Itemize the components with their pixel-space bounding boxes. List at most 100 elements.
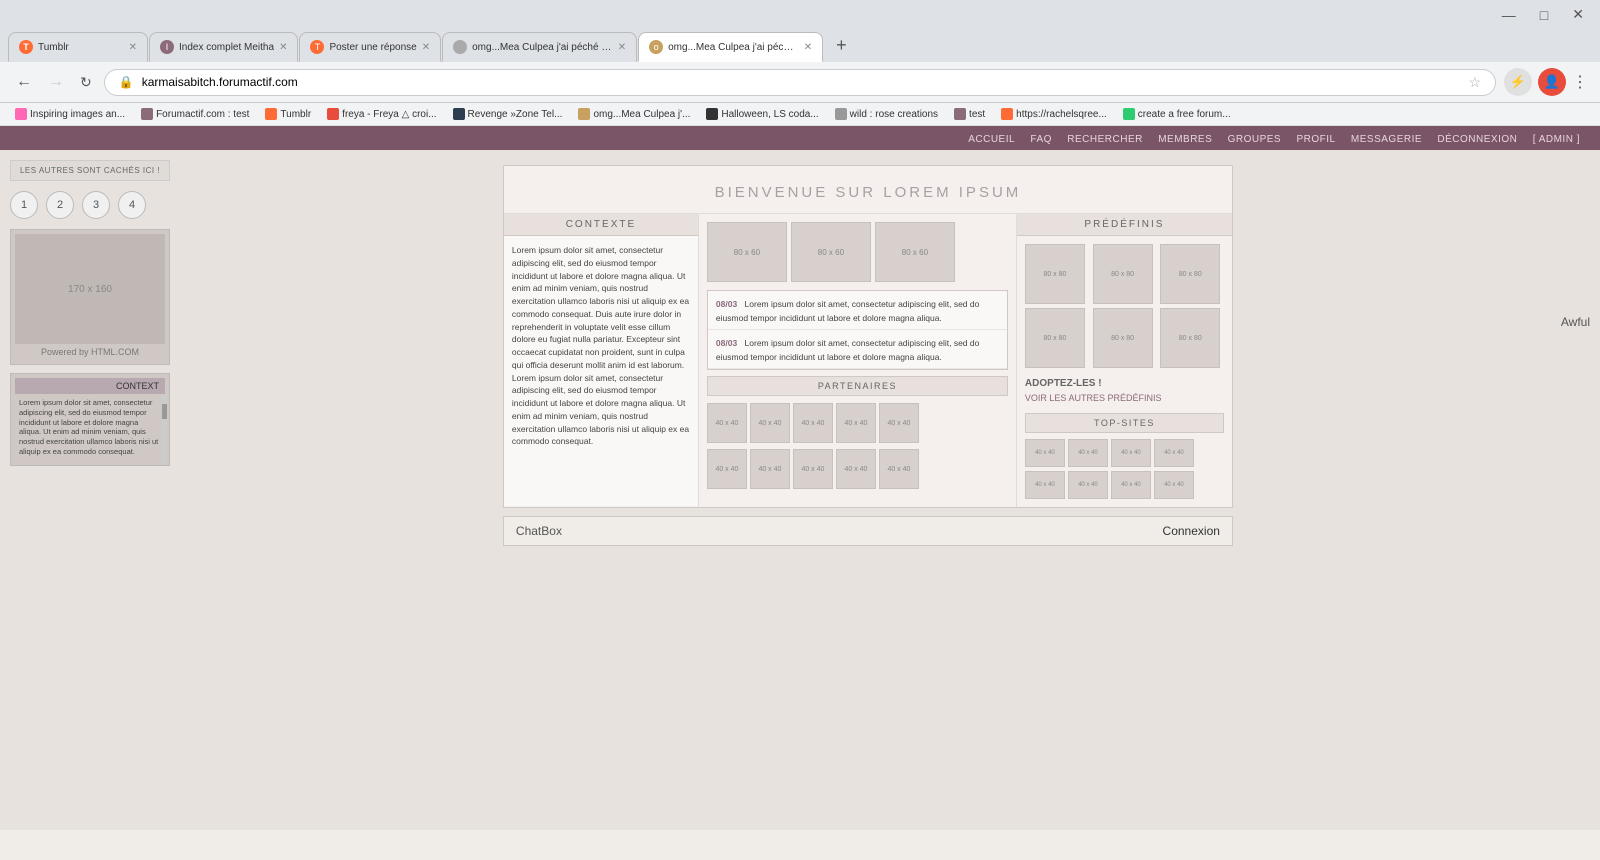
images-row: 80 x 60 80 x 60 80 x 60 <box>699 214 1016 290</box>
bookmark-wild-label: wild : rose creations <box>850 109 938 120</box>
new-tab-button[interactable]: + <box>824 29 859 62</box>
tab-omg1[interactable]: omg...Mea Culpea j'ai péché ! - B... ✕ <box>442 32 637 62</box>
chatbox-label: ChatBox <box>516 524 1163 538</box>
forward-button[interactable]: → <box>44 69 68 95</box>
bookmark-tumblr[interactable]: Tumblr <box>258 106 318 122</box>
tab-tumblr[interactable]: T Tumblr ✕ <box>8 32 148 62</box>
nav-deconnexion[interactable]: DÉCONNEXION <box>1437 134 1517 145</box>
minimize-button[interactable]: — <box>1494 5 1524 25</box>
bookmark-rachels-label: https://rachelsqree... <box>1016 109 1107 120</box>
page-num-4[interactable]: 4 <box>118 191 146 219</box>
predefinis-grid: 80 x 80 80 x 80 80 x 80 80 x 80 80 x 80 … <box>1017 236 1232 376</box>
bookmark-forumactif[interactable]: Forumactif.com : test <box>134 106 256 122</box>
partner-5[interactable]: 40 x 40 <box>879 403 919 443</box>
context-column: CONTEXTE Lorem ipsum dolor sit amet, con… <box>504 214 699 507</box>
thumb-small-header: CONTEXT <box>15 378 165 394</box>
predef-2[interactable]: 80 x 80 <box>1093 244 1153 304</box>
predef-4[interactable]: 80 x 80 <box>1025 308 1085 368</box>
bookmark-star-icon[interactable]: ☆ <box>1468 74 1481 91</box>
back-button[interactable]: ← <box>12 69 36 95</box>
close-button[interactable]: ✕ <box>1564 4 1592 25</box>
bookmark-revenge[interactable]: Revenge »Zone Tel... <box>446 106 570 122</box>
bookmark-wild[interactable]: wild : rose creations <box>828 106 945 122</box>
partner-10[interactable]: 40 x 40 <box>879 449 919 489</box>
main-area: LES AUTRES SONT CACHÉS ICI ! 1 2 3 4 170… <box>0 150 1600 830</box>
awful-label: Awful <box>1561 315 1590 329</box>
forum-title: BIENVENUE SUR LOREM IPSUM <box>504 166 1232 213</box>
bookmark-tumblr-label: Tumblr <box>280 109 311 120</box>
top-site-1[interactable]: 40 x 40 <box>1025 439 1065 467</box>
bookmark-freya[interactable]: freya - Freya △ croi... <box>320 106 443 122</box>
top-site-4[interactable]: 40 x 40 <box>1154 439 1194 467</box>
tab-close-poster-icon[interactable]: ✕ <box>422 42 430 53</box>
tab-label-omg1: omg...Mea Culpea j'ai péché ! - B... <box>472 42 613 53</box>
tab-close-omg2-icon[interactable]: ✕ <box>804 42 812 53</box>
partner-8[interactable]: 40 x 40 <box>793 449 833 489</box>
partner-2[interactable]: 40 x 40 <box>750 403 790 443</box>
predef-3[interactable]: 80 x 80 <box>1160 244 1220 304</box>
tab-favicon: T <box>19 40 33 54</box>
bookmark-test[interactable]: test <box>947 106 992 122</box>
bookmark-rachels[interactable]: https://rachelsqree... <box>994 106 1114 122</box>
page-numbers: 1 2 3 4 <box>10 191 170 219</box>
top-site-7[interactable]: 40 x 40 <box>1111 471 1151 499</box>
thumb-powered-label: Powered by HTML.COM <box>15 344 165 360</box>
tab-poster[interactable]: T Poster une réponse ✕ <box>299 32 441 62</box>
top-site-5[interactable]: 40 x 40 <box>1025 471 1065 499</box>
chatbox-connexion[interactable]: Connexion <box>1163 524 1220 538</box>
predef-1[interactable]: 80 x 80 <box>1025 244 1085 304</box>
nav-rechercher[interactable]: RECHERCHER <box>1067 134 1143 145</box>
partner-1[interactable]: 40 x 40 <box>707 403 747 443</box>
nav-accueil[interactable]: ACCUEIL <box>968 134 1015 145</box>
bookmark-create[interactable]: create a free forum... <box>1116 106 1238 122</box>
nav-profil[interactable]: PROFIL <box>1296 134 1335 145</box>
profile-icon[interactable]: 👤 <box>1538 68 1566 96</box>
menu-icon[interactable]: ⋮ <box>1572 72 1588 92</box>
tab-index-meitha[interactable]: I Index complet Meitha ✕ <box>149 32 298 62</box>
partner-6[interactable]: 40 x 40 <box>707 449 747 489</box>
page-num-2[interactable]: 2 <box>46 191 74 219</box>
top-site-6[interactable]: 40 x 40 <box>1068 471 1108 499</box>
predef-6[interactable]: 80 x 80 <box>1160 308 1220 368</box>
sidebar-thumbnail-small: CONTEXT Lorem ipsum dolor sit amet, cons… <box>10 373 170 466</box>
maximize-button[interactable]: □ <box>1532 5 1556 25</box>
page-num-1[interactable]: 1 <box>10 191 38 219</box>
tab-close-meitha-icon[interactable]: ✕ <box>279 42 287 53</box>
tab-close-omg1-icon[interactable]: ✕ <box>618 42 626 53</box>
toolbar-right-icons: ⚡ 👤 ⋮ <box>1504 68 1588 96</box>
extensions-icon[interactable]: ⚡ <box>1504 68 1532 96</box>
top-site-8[interactable]: 40 x 40 <box>1154 471 1194 499</box>
top-site-3[interactable]: 40 x 40 <box>1111 439 1151 467</box>
address-input[interactable] <box>142 75 1461 89</box>
partner-7[interactable]: 40 x 40 <box>750 449 790 489</box>
predef-5[interactable]: 80 x 80 <box>1093 308 1153 368</box>
bookmark-inspiring[interactable]: Inspiring images an... <box>8 106 132 122</box>
context-header: CONTEXTE <box>504 214 698 236</box>
nav-messagerie[interactable]: MESSAGERIE <box>1351 134 1422 145</box>
browser-chrome: — □ ✕ T Tumblr ✕ I Index complet Meitha … <box>0 0 1600 126</box>
partner-4[interactable]: 40 x 40 <box>836 403 876 443</box>
bookmark-omg[interactable]: omg...Mea Culpea j'... <box>571 106 697 122</box>
nav-groupes[interactable]: GROUPES <box>1228 134 1282 145</box>
partner-9[interactable]: 40 x 40 <box>836 449 876 489</box>
top-sites-header: TOP-SITES <box>1025 413 1224 433</box>
adopt-label: ADOPTEZ-LES ! <box>1017 376 1232 391</box>
nav-admin[interactable]: [ ADMIN ] <box>1533 134 1580 145</box>
voir-autres-link[interactable]: VOIR LES AUTRES PRÉDÉFINIS <box>1017 391 1232 411</box>
partner-3[interactable]: 40 x 40 <box>793 403 833 443</box>
nav-faq[interactable]: FAQ <box>1030 134 1052 145</box>
page-num-3[interactable]: 3 <box>82 191 110 219</box>
top-site-2[interactable]: 40 x 40 <box>1068 439 1108 467</box>
forum-grid: CONTEXTE Lorem ipsum dolor sit amet, con… <box>504 213 1232 507</box>
tab-omg2[interactable]: o omg...Mea Culpea j'ai péché ! ✕ <box>638 32 823 62</box>
browser-toolbar: ← → ↻ 🔒 ☆ ⚡ 👤 ⋮ <box>0 62 1600 103</box>
thumb-scrollbar <box>162 394 167 464</box>
reload-button[interactable]: ↻ <box>76 70 96 95</box>
nav-membres[interactable]: MEMBRES <box>1158 134 1212 145</box>
sidebar-thumbnail-large: 170 x 160 Powered by HTML.COM <box>10 229 170 365</box>
bookmark-halloween[interactable]: Halloween, LS coda... <box>699 106 825 122</box>
image-placeholder-3: 80 x 60 <box>875 222 955 282</box>
tab-close-icon[interactable]: ✕ <box>129 42 137 53</box>
address-bar[interactable]: 🔒 ☆ <box>104 69 1496 96</box>
tab-favicon-omg2: o <box>649 40 663 54</box>
